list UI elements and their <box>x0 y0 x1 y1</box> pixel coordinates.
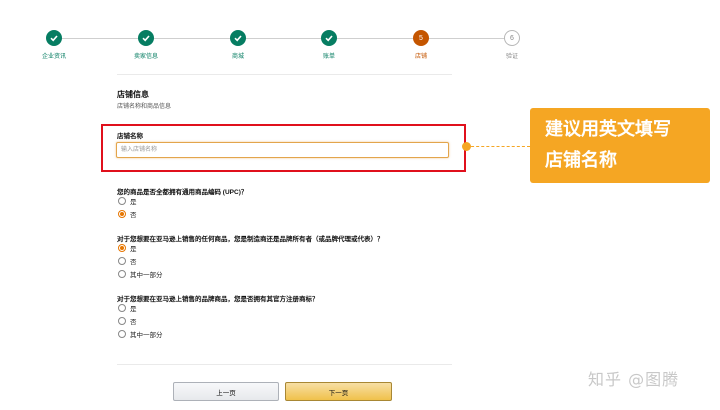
option-label: 其中一部分 <box>130 272 163 279</box>
callout-line-1: 建议用英文填写 <box>545 119 671 140</box>
step-2-label: 卖家信息 <box>133 54 158 60</box>
step-4-check-icon <box>321 30 337 46</box>
option-label: 其中一部分 <box>130 332 163 339</box>
step-5-indicator: 5 <box>413 30 429 46</box>
progress-stepper: 企业资讯 卖家信息 商城 账单 5 店铺 6 验证 <box>0 0 720 70</box>
radio-button-selected[interactable] <box>118 210 126 218</box>
step-3-label: 商城 <box>231 54 244 60</box>
question-upc: 您的商品是否全都拥有通用商品编码 (UPC)？ <box>117 189 248 196</box>
step-6-indicator: 6 <box>504 30 520 46</box>
option-label: 否 <box>130 212 137 219</box>
step-6-label: 验证 <box>505 54 518 60</box>
previous-page-button[interactable]: 上一页 <box>173 382 279 401</box>
section-subtitle: 店铺名称和商品信息 <box>117 104 172 110</box>
option-label: 是 <box>130 306 137 313</box>
manufacturer-option-partial[interactable]: 其中一部分 <box>118 269 163 279</box>
next-page-button[interactable]: 下一页 <box>285 382 392 401</box>
radio-button[interactable] <box>118 197 126 205</box>
upc-option-yes[interactable]: 是 <box>118 196 137 206</box>
question-trademark: 对于您想要在亚马逊上销售的品牌商品，您是否拥有其官方注册商标？ <box>117 296 319 303</box>
option-label: 否 <box>130 319 137 326</box>
watermark: 知乎 @图腾 <box>588 370 680 389</box>
callout-connector <box>466 146 530 147</box>
radio-button[interactable] <box>118 304 126 312</box>
annotation-callout: 建议用英文填写 店铺名称 <box>530 108 710 183</box>
step-5-label: 店铺 <box>414 54 427 60</box>
radio-button[interactable] <box>118 257 126 265</box>
step-2-check-icon <box>138 30 154 46</box>
trademark-option-yes[interactable]: 是 <box>118 303 137 313</box>
option-label: 否 <box>130 259 137 266</box>
divider <box>117 74 452 75</box>
radio-button-selected[interactable] <box>118 244 126 252</box>
trademark-option-no[interactable]: 否 <box>118 316 137 326</box>
manufacturer-option-yes[interactable]: 是 <box>118 243 137 253</box>
upc-option-no[interactable]: 否 <box>118 209 137 219</box>
divider <box>117 364 452 365</box>
option-label: 是 <box>130 199 137 206</box>
stepper-track <box>54 38 512 39</box>
callout-connector-dot <box>462 142 471 151</box>
store-name-input[interactable] <box>116 142 449 158</box>
step-1-check-icon <box>46 30 62 46</box>
option-label: 是 <box>130 246 137 253</box>
store-name-label: 店铺名称 <box>117 133 143 140</box>
step-3-check-icon <box>230 30 246 46</box>
trademark-option-partial[interactable]: 其中一部分 <box>118 329 163 339</box>
step-1-label: 企业资讯 <box>41 54 66 60</box>
manufacturer-option-no[interactable]: 否 <box>118 256 137 266</box>
radio-button[interactable] <box>118 317 126 325</box>
radio-button[interactable] <box>118 330 126 338</box>
callout-line-2: 店铺名称 <box>545 150 617 171</box>
radio-button[interactable] <box>118 270 126 278</box>
section-title: 店铺信息 <box>117 90 149 99</box>
question-manufacturer: 对于您想要在亚马逊上销售的任何商品，您是制造商还是品牌所有者（或品牌代理或代表）… <box>117 236 384 243</box>
step-4-label: 账单 <box>322 54 335 60</box>
